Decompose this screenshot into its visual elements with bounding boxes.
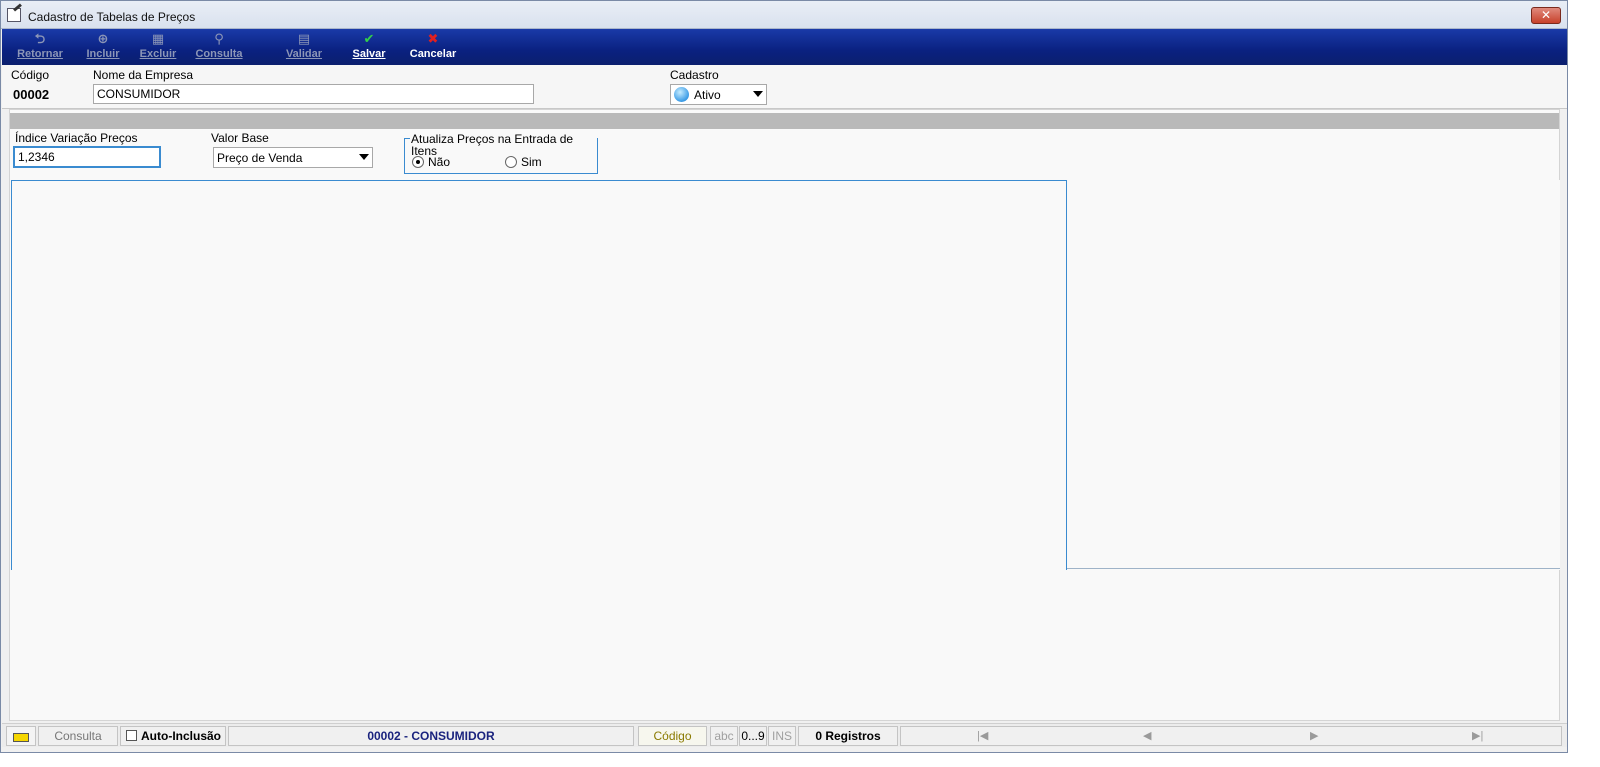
incluir-button[interactable]: ⊕ Incluir bbox=[82, 32, 124, 64]
radio-sim-label: Sim bbox=[521, 155, 542, 169]
status-indicator[interactable] bbox=[6, 726, 36, 746]
valor-base-selected: Preço de Venda bbox=[217, 151, 303, 165]
cancelar-label: Cancelar bbox=[409, 48, 457, 60]
status-yellow-icon bbox=[13, 733, 29, 742]
radio-nao-label: Não bbox=[428, 155, 451, 169]
ins-indicator: INS bbox=[768, 726, 796, 746]
consulta-button[interactable]: ⚲ Consulta bbox=[193, 32, 245, 64]
current-record-display: 00002 - CONSUMIDOR bbox=[228, 726, 634, 746]
auto-inclusao-toggle[interactable]: Auto-Inclusão bbox=[120, 726, 226, 746]
atualiza-precos-group: Atualiza Preços na Entrada de Itens Não … bbox=[404, 133, 598, 174]
window-title: Cadastro de Tabelas de Preços bbox=[28, 10, 196, 24]
retornar-label: Retornar bbox=[17, 48, 63, 60]
codigo-value: 00002 bbox=[13, 87, 50, 102]
radio-nao[interactable] bbox=[412, 156, 424, 168]
plus-circle-icon: ⊕ bbox=[97, 31, 109, 46]
retornar-button[interactable]: ⮌ Retornar bbox=[13, 32, 67, 64]
empresa-label: Nome da Empresa bbox=[93, 68, 194, 82]
record-count: 0 Registros bbox=[798, 726, 898, 746]
empresa-field[interactable]: CONSUMIDOR bbox=[93, 84, 534, 104]
record-navigator bbox=[900, 726, 1562, 746]
radio-sim[interactable] bbox=[505, 156, 517, 168]
status-bar: Consulta Auto-Inclusão 00002 - CONSUMIDO… bbox=[2, 723, 1567, 747]
grid-divider bbox=[1067, 568, 1560, 569]
indice-label: Índice Variação Preços bbox=[15, 131, 138, 145]
first-record-icon[interactable]: |◀ bbox=[977, 726, 988, 746]
title-bar: Cadastro de Tabelas de Preços ✕ bbox=[1, 1, 1567, 29]
section-band bbox=[10, 113, 1559, 129]
excluir-button[interactable]: ▦ Excluir bbox=[137, 32, 179, 64]
previous-record-icon[interactable]: ◀ bbox=[1143, 726, 1151, 746]
salvar-label: Salvar bbox=[352, 48, 386, 60]
undo-arrow-icon: ⮌ bbox=[34, 31, 46, 46]
magnifier-icon: ⚲ bbox=[214, 31, 224, 46]
valor-base-label: Valor Base bbox=[211, 131, 269, 145]
atualiza-precos-title: Atualiza Preços na Entrada de Itens bbox=[410, 133, 597, 157]
globe-icon bbox=[674, 87, 689, 102]
validar-label: Validar bbox=[285, 48, 323, 60]
abc-indicator: abc bbox=[710, 726, 738, 746]
sort-field-button[interactable]: Código bbox=[638, 726, 707, 746]
price-grid-area bbox=[11, 180, 1560, 570]
main-window: Cadastro de Tabelas de Preços ✕ ⮌ Retorn… bbox=[0, 0, 1568, 753]
toolbar: ⮌ Retornar ⊕ Incluir ▦ Excluir ⚲ Consult… bbox=[2, 29, 1567, 65]
valor-base-select[interactable]: Preço de Venda bbox=[213, 147, 373, 168]
auto-inclusao-checkbox[interactable] bbox=[126, 730, 137, 741]
x-icon: ✖ bbox=[427, 31, 439, 46]
auto-inclusao-label: Auto-Inclusão bbox=[141, 729, 221, 743]
price-grid[interactable] bbox=[11, 180, 1067, 570]
record-header: Código 00002 Nome da Empresa CONSUMIDOR … bbox=[2, 65, 1567, 109]
edit-document-icon bbox=[7, 8, 21, 22]
chevron-down-icon bbox=[753, 91, 763, 97]
cadastro-select[interactable]: Ativo bbox=[670, 84, 767, 105]
trash-icon: ▦ bbox=[151, 31, 165, 46]
mode-indicator: Consulta bbox=[38, 726, 118, 746]
next-record-icon[interactable]: ▶ bbox=[1310, 726, 1318, 746]
close-button[interactable]: ✕ bbox=[1531, 7, 1561, 24]
checkmark-icon: ✔ bbox=[363, 31, 375, 46]
validate-grid-icon: ▤ bbox=[297, 31, 311, 46]
digits-indicator: 0...9 bbox=[739, 726, 767, 746]
excluir-label: Excluir bbox=[139, 48, 177, 60]
validar-button[interactable]: ▤ Validar bbox=[282, 32, 326, 64]
codigo-label: Código bbox=[11, 68, 50, 82]
cancelar-button[interactable]: ✖ Cancelar bbox=[407, 32, 459, 64]
last-record-icon[interactable]: ▶| bbox=[1472, 726, 1483, 746]
cadastro-selected: Ativo bbox=[694, 88, 721, 102]
chevron-down-icon bbox=[359, 154, 369, 160]
incluir-label: Incluir bbox=[86, 48, 120, 60]
salvar-button[interactable]: ✔ Salvar bbox=[349, 32, 389, 64]
indice-field[interactable]: 1,2346 bbox=[13, 146, 161, 168]
cadastro-label: Cadastro bbox=[670, 68, 719, 82]
consulta-label: Consulta bbox=[195, 48, 243, 60]
